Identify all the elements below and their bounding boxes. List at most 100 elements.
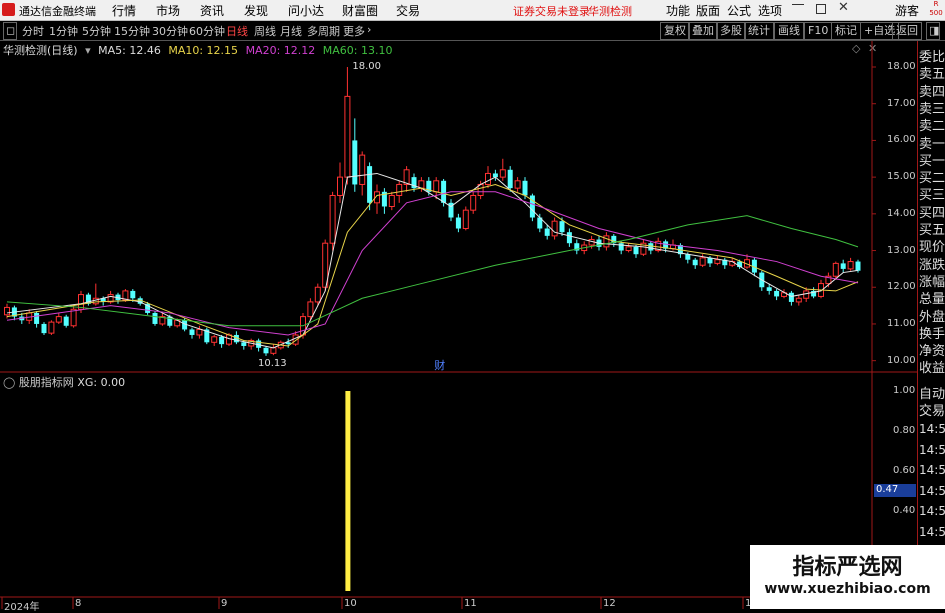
quote-row-label: 换手 (919, 326, 945, 342)
candle-down (63, 316, 69, 326)
candle-up (699, 257, 706, 266)
trade-tick-label: 14:56 (919, 483, 945, 498)
candle-down (152, 312, 158, 324)
candle-down (34, 312, 40, 324)
price-tick: 15.00 (887, 171, 916, 183)
candle-up (314, 286, 321, 303)
candle-down (41, 323, 47, 334)
quote-row-label: 卖二 (919, 119, 945, 135)
kline-chart[interactable] (0, 0, 945, 609)
price-tick: 14.00 (887, 207, 916, 219)
quote-row-label: 总量 (919, 292, 945, 308)
high-price-label: 18.00 (352, 61, 382, 72)
quote-row-label: 外盘 (919, 309, 945, 325)
candle-up (359, 154, 366, 185)
candle-up (499, 169, 506, 178)
quote-row-label: 现价 (919, 240, 945, 256)
candle-up (270, 347, 277, 354)
low-price-label: 10.13 (258, 357, 287, 369)
price-tick: 13.00 (887, 244, 916, 256)
candle-up (462, 209, 469, 230)
time-tick: 2024年 (4, 602, 40, 613)
trade-tick-label: 14:56 (919, 504, 945, 518)
trade-tick-label: 14:56 (919, 422, 945, 436)
candle-up (396, 183, 403, 196)
quote-row-label: 涨幅 (919, 274, 945, 290)
candle-down (367, 166, 373, 203)
candle-down (566, 232, 572, 244)
quote-row-label: 买一 (919, 153, 945, 169)
candle-up (226, 334, 232, 345)
candle-down (685, 254, 691, 260)
price-tick: 12.00 (887, 281, 916, 293)
candle-up (832, 262, 839, 277)
indicator-tick: 0.80 (893, 425, 916, 436)
candle-up (337, 176, 343, 196)
trade-tick-label: 14:56 (919, 463, 945, 477)
candle-up (625, 246, 632, 252)
candle-up (196, 328, 203, 336)
candle-down (352, 140, 358, 185)
candle-up (329, 194, 336, 244)
candle-up (551, 220, 558, 237)
candle-up (433, 180, 440, 193)
candle-down (707, 257, 713, 264)
quote-row-label: 买四 (919, 205, 945, 221)
quote-row-label: 卖四 (919, 84, 945, 100)
candle-up (55, 316, 62, 323)
price-tick: 16.00 (887, 134, 916, 146)
financial-event-marker[interactable]: 财 (434, 357, 445, 373)
price-tick: 10.00 (887, 354, 916, 366)
candle-up (847, 261, 854, 270)
time-tick: 11 (464, 598, 477, 609)
candle-down (441, 180, 447, 203)
candle-down (522, 180, 528, 196)
time-tick: 12 (603, 598, 616, 609)
candle-up (4, 306, 10, 316)
candle-up (514, 180, 521, 189)
trade-tick-label: 14:56 (919, 442, 945, 457)
candle-down (633, 246, 639, 255)
quote-row-label: 净资 (919, 344, 945, 360)
quote-row-label: 卖一 (919, 136, 945, 152)
candle-down (507, 169, 513, 189)
quote-row-label: 卖三 (919, 101, 945, 117)
indicator-tick: 0.40 (893, 505, 916, 516)
time-tick: 9 (221, 598, 228, 609)
candle-down (544, 228, 550, 236)
watermark-url: www.xuezhibiao.com (764, 581, 931, 597)
indicator-tick: 0.60 (893, 465, 916, 476)
candle-down (189, 329, 195, 335)
candle-up (795, 297, 802, 303)
watermark: 指标严选网 www.xuezhibiao.com (750, 545, 945, 609)
quote-row-label: 委比 (919, 50, 945, 65)
candle-up (70, 308, 77, 327)
indicator-cursor-value: 0.47 (874, 484, 916, 497)
price-tick: 18.00 (887, 61, 916, 72)
candle-up (344, 95, 351, 178)
quote-row-label: 买二 (919, 171, 945, 187)
candle-down (692, 259, 698, 266)
ma5-line (6, 172, 859, 349)
watermark-title: 指标严选网 (792, 555, 903, 580)
trade-tick-label: 交易 (919, 404, 945, 419)
candle-up (388, 194, 395, 207)
xg-signal-bar (345, 391, 351, 591)
candle-down (774, 290, 780, 297)
quote-row-label: 收益 (919, 361, 945, 377)
ma60-line (6, 215, 859, 327)
time-tick: 8 (75, 598, 82, 609)
time-tick: 10 (344, 598, 357, 609)
candle-down (855, 261, 861, 271)
candle-up (470, 194, 477, 211)
candle-down (766, 287, 772, 291)
indicator-tick: 1.00 (893, 385, 916, 396)
candle-down (648, 243, 654, 251)
candle-down (840, 263, 846, 269)
candle-down (788, 292, 794, 302)
quote-row-label: 买五 (919, 223, 945, 238)
candle-down (263, 347, 269, 354)
price-tick: 17.00 (887, 97, 916, 109)
quote-row-label: 卖五 (919, 67, 945, 83)
trade-tick-label: 14:56 (919, 524, 945, 539)
